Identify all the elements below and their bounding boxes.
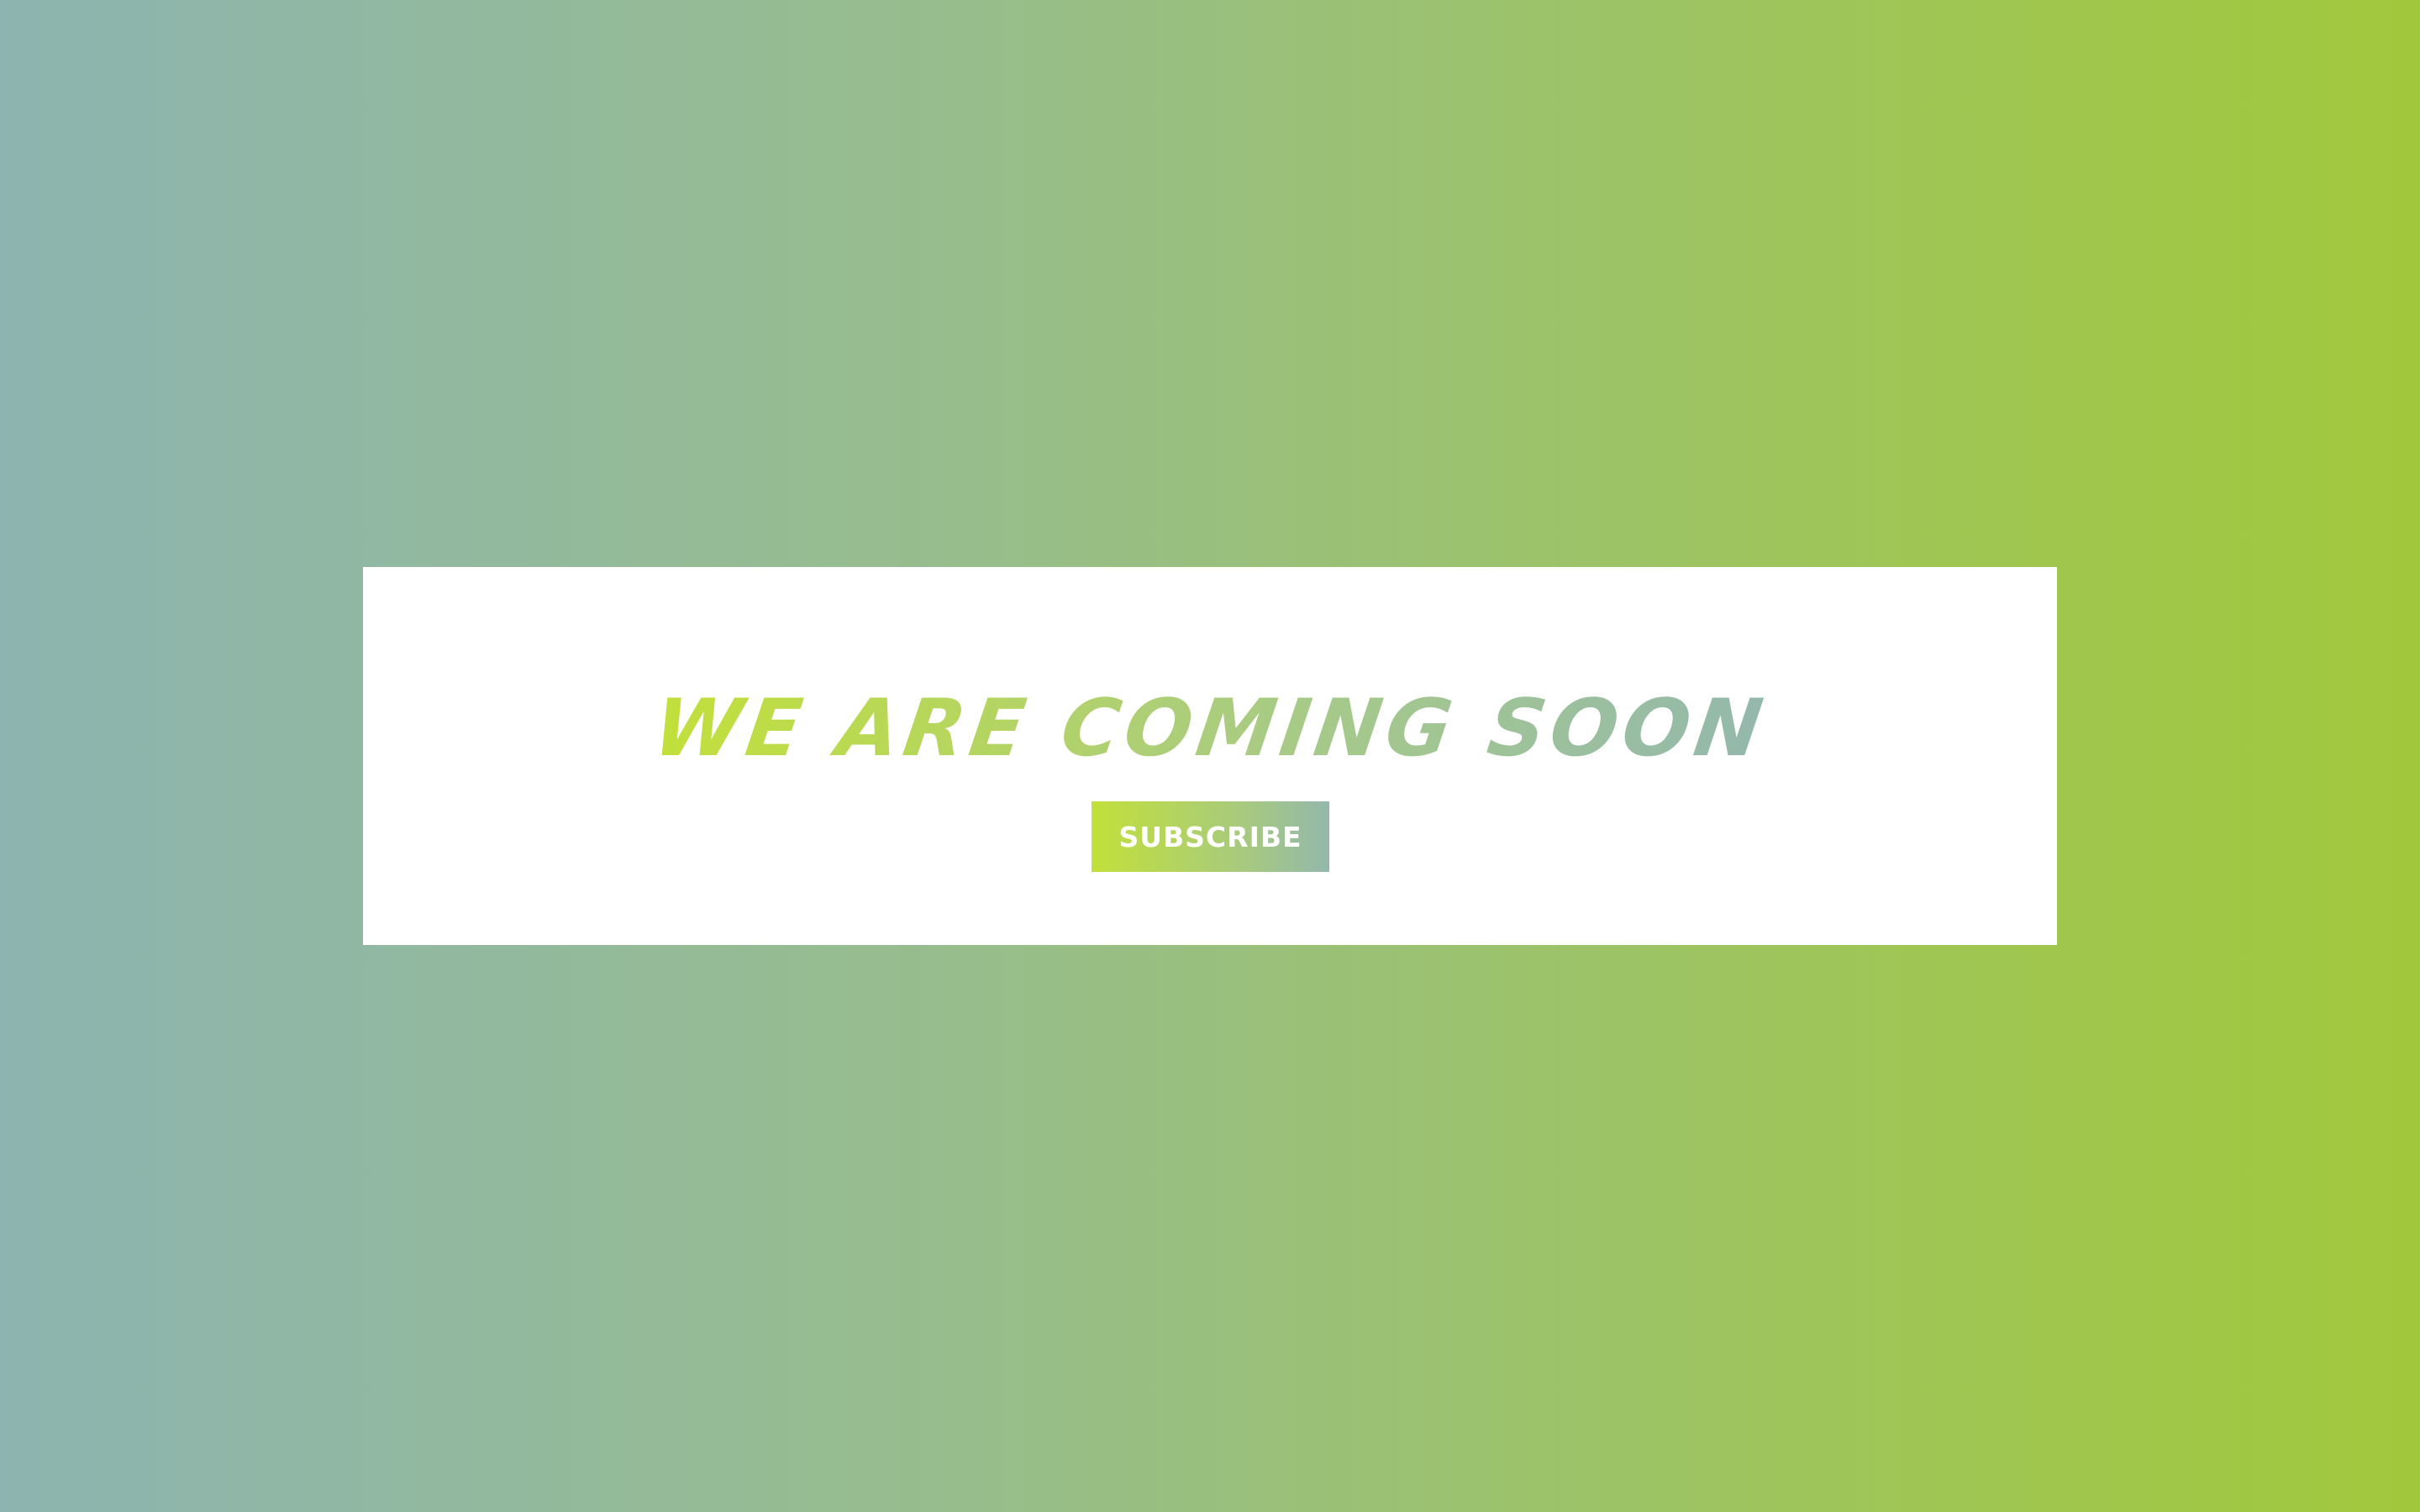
headline-text: WE ARE COMING SOON (647, 683, 1773, 774)
coming-soon-card: WE ARE COMING SOON SUBSCRIBE (363, 567, 2057, 945)
page-background: { "hero": { "headline": "WE ARE COMING S… (0, 0, 2420, 1512)
subscribe-button[interactable]: SUBSCRIBE (1092, 801, 1329, 872)
page-title: WE ARE COMING SOON (363, 683, 2057, 775)
